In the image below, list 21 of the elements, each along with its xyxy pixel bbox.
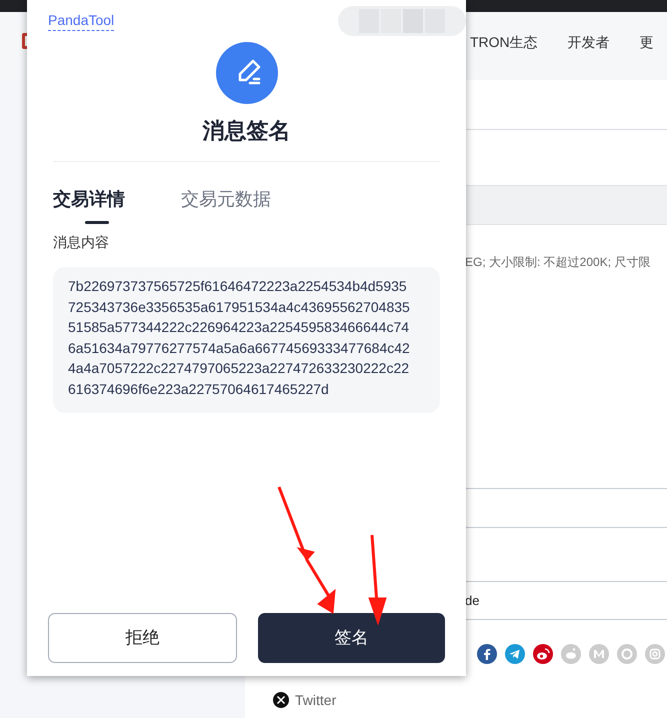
- nav-item[interactable]: 更: [640, 32, 654, 52]
- pandatool-link[interactable]: PandaTool: [48, 10, 114, 31]
- field-label: 消息内容: [52, 233, 110, 252]
- dialog-title: 消息签名: [201, 117, 292, 145]
- edit-icon: [216, 42, 278, 104]
- row-text: de: [465, 592, 480, 610]
- instagram-icon[interactable]: [645, 644, 665, 664]
- sign-button[interactable]: 签名: [258, 613, 445, 663]
- reject-button[interactable]: 拒绝: [48, 613, 237, 663]
- telegram-icon[interactable]: [505, 644, 525, 664]
- upload-hint-text: EG; 大小限制: 不超过200K; 尺寸限: [465, 255, 650, 269]
- weibo-icon[interactable]: [533, 644, 553, 664]
- message-content: 7b226973737565725f61646472223a2254534b4d5935 725343736e3356535a617951534a4c43695562704835 51585a577344222c226964223a225459583466644c74 6a51634a79776277574a5a6a66774569333477684c42 4a4a7057222c2274797065223a227472633230222c22 616374696f6e223a22757064617465227d: [53, 267, 440, 413]
- twitter-link[interactable]: Twitter: [295, 692, 336, 708]
- tab[interactable]: 交易详情: [53, 186, 125, 224]
- medium-icon[interactable]: [589, 644, 609, 664]
- x-icon[interactable]: [273, 692, 289, 708]
- tab[interactable]: 交易元数据: [181, 186, 271, 224]
- facebook-icon[interactable]: [477, 644, 497, 664]
- nav-item[interactable]: TRON生态: [470, 32, 538, 52]
- nav-item[interactable]: 开发者: [568, 32, 610, 52]
